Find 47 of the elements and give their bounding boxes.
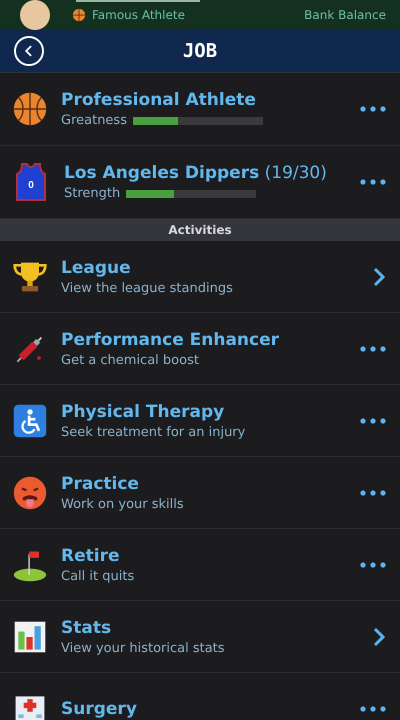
meter-label: Strength bbox=[64, 186, 120, 201]
bar-chart-icon bbox=[12, 618, 48, 654]
activity-subtitle: Seek treatment for an injury bbox=[61, 424, 246, 440]
activity-title: League bbox=[61, 258, 132, 278]
wheelchair-icon bbox=[12, 402, 48, 438]
activity-row[interactable]: Stats View your historical stats bbox=[0, 601, 400, 673]
activity-title: Stats bbox=[61, 618, 112, 638]
activity-row[interactable]: Surgery bbox=[0, 673, 400, 720]
more-icon bbox=[360, 706, 386, 712]
jersey-icon: 0 bbox=[16, 162, 46, 202]
activity-row[interactable]: Performance Enhancer Get a chemical boost bbox=[0, 313, 400, 385]
activity-title: Physical Therapy bbox=[61, 402, 226, 422]
activity-title: Surgery bbox=[61, 698, 138, 718]
meter-label: Greatness bbox=[61, 113, 127, 128]
more-icon bbox=[360, 346, 386, 352]
more-icon bbox=[360, 490, 386, 496]
more-icon bbox=[360, 418, 386, 424]
career-title: Professional Athlete bbox=[61, 90, 256, 110]
career-title: Los Angeles Dippers bbox=[64, 163, 260, 183]
activity-title: Practice bbox=[61, 474, 140, 494]
chevron-icon bbox=[372, 266, 386, 288]
more-icon bbox=[360, 179, 386, 185]
back-button[interactable] bbox=[14, 36, 44, 66]
activity-row[interactable]: League View the league standings bbox=[0, 241, 400, 313]
more-icon bbox=[360, 106, 386, 112]
profile-subtitle: Famous Athlete bbox=[92, 8, 186, 22]
hot-face-icon bbox=[12, 474, 48, 510]
activity-subtitle: View your historical stats bbox=[61, 640, 226, 656]
basketball-icon bbox=[12, 91, 48, 127]
activity-subtitle: Get a chemical boost bbox=[61, 352, 200, 368]
activity-subtitle: Call it quits bbox=[61, 568, 136, 584]
activity-row[interactable]: Physical Therapy Seek treatment for an injury bbox=[0, 385, 400, 457]
activity-row[interactable]: Practice Work on your skills bbox=[0, 457, 400, 529]
section-header: Activities bbox=[0, 219, 400, 241]
team-record: (19/30) bbox=[264, 163, 327, 183]
activity-row[interactable]: Retire Call it quits bbox=[0, 529, 400, 601]
activity-subtitle: Work on your skills bbox=[61, 496, 185, 512]
activity-subtitle: View the league standings bbox=[61, 280, 234, 296]
avatar bbox=[20, 0, 50, 30]
more-icon bbox=[360, 562, 386, 568]
page-title: JOB bbox=[182, 40, 218, 62]
chevron-icon bbox=[372, 626, 386, 648]
activity-title: Retire bbox=[61, 546, 120, 566]
bank-balance-label: Bank Balance bbox=[304, 8, 386, 22]
basketball-icon bbox=[72, 8, 86, 22]
career-row[interactable]: Professional Athlete Greatness bbox=[0, 73, 400, 146]
activity-title: Performance Enhancer bbox=[61, 330, 280, 350]
